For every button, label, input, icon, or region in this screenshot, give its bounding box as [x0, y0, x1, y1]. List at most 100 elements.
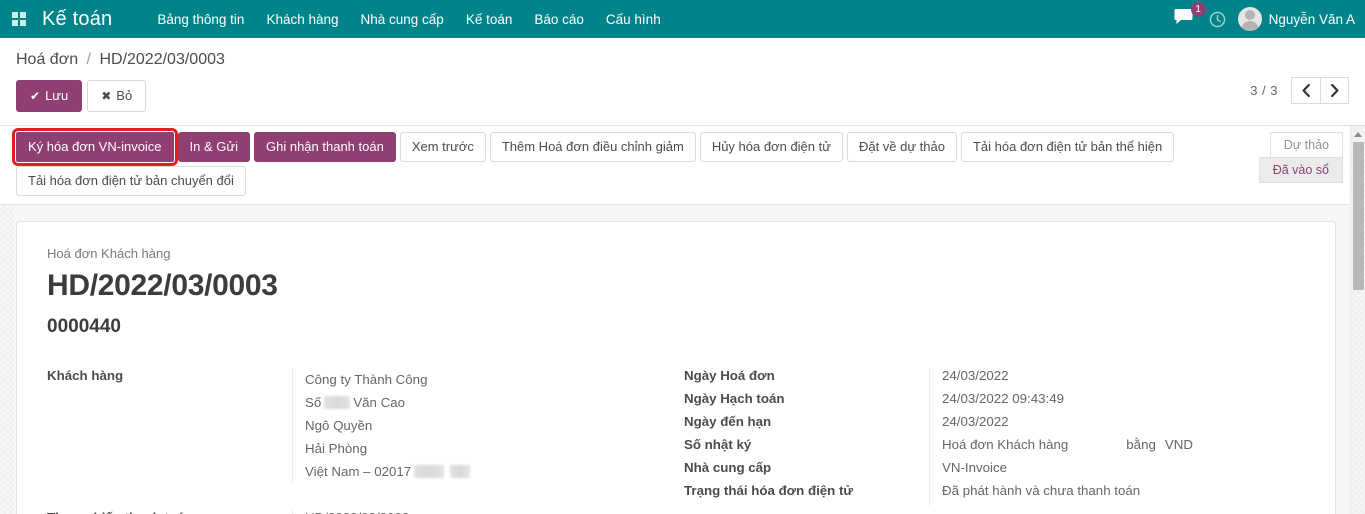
menu-item-reporting[interactable]: Báo cáo — [523, 2, 595, 37]
field-value-due-date[interactable]: 24/03/2022 — [929, 414, 1305, 437]
discard-button-label: Bỏ — [116, 88, 133, 103]
field-label-einvoice-status: Trạng thái hóa đơn điện tử — [684, 483, 854, 498]
breadcrumb-root-link[interactable]: Hoá đơn — [16, 51, 78, 68]
messages-button[interactable]: 1 — [1170, 2, 1206, 34]
address-street-prefix: Số — [305, 395, 322, 410]
redacted-zip-part — [450, 465, 471, 478]
journal-currency: VND — [1164, 437, 1193, 452]
status-bar: Dự thảo Đã vào sổ — [1258, 132, 1343, 183]
address-country-zip-prefix: Việt Nam – 02017 — [305, 464, 412, 479]
right-field-column: Ngày Hoá đơn 24/03/2022 Ngày Hạch toán 2… — [676, 368, 1305, 514]
status-badge-draft[interactable]: Dự thảo — [1269, 132, 1343, 157]
breadcrumb: Hoá đơn / HD/2022/03/0003 — [16, 38, 1349, 69]
top-navbar: Kế toán Bảng thông tin Khách hàng Nhà cu… — [0, 0, 1365, 38]
field-label-accounting-date: Ngày Hạch toán — [684, 391, 785, 406]
field-value-einvoice-status[interactable]: Đã phát hành và chưa thanh toán — [929, 483, 1305, 506]
chat-bubble-icon — [1174, 9, 1193, 24]
field-label-journal: Số nhật ký — [684, 437, 752, 452]
check-icon: ✔ — [30, 89, 41, 103]
address-line-country-zip: Việt Nam – 02017 — [305, 460, 473, 483]
field-row-payment-reference: Tham chiếu thanh toán HD/2022/03/0003 — [47, 510, 676, 514]
journal-name: Hoá đơn Khách hàng — [942, 437, 1069, 452]
save-button[interactable]: ✔ Lưu — [16, 80, 83, 112]
field-label-customer: Khách hàng — [47, 368, 124, 383]
clock-icon — [1209, 11, 1225, 27]
register-payment-button[interactable]: Ghi nhận thanh toán — [254, 132, 396, 162]
vertical-scrollbar[interactable] — [1350, 126, 1365, 514]
record-action-toolbar: Ký hóa đơn VN-invoice In & Gửi Ghi nhận … — [0, 126, 1365, 205]
document-type-label: Hoá đơn Khách hàng — [47, 246, 171, 261]
apps-grid-icon[interactable] — [12, 12, 26, 26]
sheet-area: Hoá đơn Khách hàng HD/2022/03/0003 00004… — [0, 205, 1365, 514]
main-menu: Bảng thông tin Khách hàng Nhà cung cấp K… — [146, 2, 671, 37]
address-line-street: Số Văn Cao — [305, 391, 473, 414]
address-street-suffix: Văn Cao — [353, 395, 406, 410]
app-brand-title[interactable]: Kế toán — [42, 8, 112, 31]
menu-item-vendors[interactable]: Nhà cung cấp — [350, 2, 455, 37]
pager-next-button[interactable] — [1320, 77, 1349, 104]
redacted-street-number — [324, 396, 351, 409]
scrollbar-thumb[interactable] — [1353, 142, 1364, 290]
field-row-invoice-date: Ngày Hoá đơn 24/03/2022 — [684, 368, 1305, 391]
status-badge-posted[interactable]: Đã vào sổ — [1258, 157, 1343, 183]
download-einvoice-display-button[interactable]: Tải hóa đơn điện tử bản thể hiện — [960, 132, 1175, 162]
fields-grid: Khách hàng Công ty Thành Công Số Văn Cao… — [47, 368, 1305, 514]
apps-grid-square — [12, 12, 18, 18]
cancel-einvoice-button[interactable]: Hủy hóa đơn điện tử — [699, 132, 843, 162]
chevron-left-icon — [1302, 84, 1310, 97]
menu-item-accounting[interactable]: Kế toán — [455, 2, 524, 37]
field-value-invoice-date[interactable]: 24/03/2022 — [929, 368, 1305, 391]
save-button-label: Lưu — [45, 88, 69, 103]
reset-to-draft-button[interactable]: Đặt về dự thảo — [846, 132, 957, 162]
close-icon: ✖ — [101, 89, 112, 103]
field-value-journal[interactable]: Hoá đơn Khách hàng bằng VND — [929, 437, 1305, 460]
action-row: ✔ Lưu ✖ Bỏ 3 / 3 — [16, 69, 1349, 125]
pager-count-label: 3 / 3 — [1250, 83, 1278, 98]
breadcrumb-current-record: HD/2022/03/0003 — [99, 51, 225, 68]
page-title: HD/2022/03/0003 — [47, 269, 278, 302]
field-label-invoice-date: Ngày Hoá đơn — [684, 368, 775, 383]
user-avatar-icon — [1237, 7, 1262, 31]
field-row-einvoice-status: Trạng thái hóa đơn điện tử Đã phát hành … — [684, 483, 1305, 506]
discard-button[interactable]: ✖ Bỏ — [87, 80, 147, 112]
invoice-sheet: Hoá đơn Khách hàng HD/2022/03/0003 00004… — [16, 221, 1336, 514]
field-label-due-date: Ngày đến hạn — [684, 414, 772, 429]
user-name-label: Nguyễn Văn A — [1268, 11, 1355, 27]
customer-address-lines: Công ty Thành Công Số Văn Cao Ngô Quyền … — [305, 368, 473, 483]
field-row-provider: Nhà cung cấp VN-Invoice — [684, 460, 1305, 483]
menu-item-customers[interactable]: Khách hàng — [255, 2, 349, 37]
sign-einvoice-button[interactable]: Ký hóa đơn VN-invoice — [12, 128, 178, 166]
scroll-up-arrow-icon[interactable] — [1351, 126, 1365, 142]
apps-grid-square — [12, 20, 18, 26]
preview-button[interactable]: Xem trước — [399, 132, 486, 162]
field-row-accounting-date: Ngày Hạch toán 24/03/2022 09:43:49 — [684, 391, 1305, 414]
field-label-provider: Nhà cung cấp — [684, 460, 772, 475]
menu-item-configuration[interactable]: Cấu hình — [595, 2, 672, 37]
field-value-accounting-date[interactable]: 24/03/2022 09:43:49 — [929, 391, 1305, 414]
field-value-provider[interactable]: VN-Invoice — [929, 460, 1305, 483]
left-field-column: Khách hàng Công ty Thành Công Số Văn Cao… — [47, 368, 676, 514]
record-pager: 3 / 3 — [1250, 77, 1349, 104]
field-row-due-date: Ngày đến hạn 24/03/2022 — [684, 414, 1305, 437]
download-einvoice-converted-button[interactable]: Tải hóa đơn điện tử bản chuyển đổi — [16, 166, 246, 196]
address-line-city: Hải Phòng — [305, 441, 368, 456]
triangle-up-glyph — [1354, 131, 1362, 137]
field-label-payment-reference: Tham chiếu thanh toán — [47, 510, 292, 514]
breadcrumb-separator: / — [86, 51, 91, 68]
print-and-send-button[interactable]: In & Gửi — [177, 132, 250, 162]
field-value-payment-reference[interactable]: HD/2022/03/0003 — [292, 510, 676, 514]
add-credit-note-button[interactable]: Thêm Hoá đơn điều chỉnh giảm — [489, 132, 696, 162]
menu-item-dashboard[interactable]: Bảng thông tin — [146, 2, 255, 37]
navbar-right-cluster: 1 Nguyễn Văn A — [1170, 0, 1355, 38]
address-line-district: Ngô Quyền — [305, 418, 373, 433]
apps-grid-square — [20, 12, 26, 18]
field-value-customer-address[interactable]: Công ty Thành Công Số Văn Cao Ngô Quyền … — [292, 368, 676, 483]
chevron-right-icon — [1330, 84, 1338, 97]
field-row-journal: Số nhật ký Hoá đơn Khách hàng bằng VND — [684, 437, 1305, 460]
activity-clock-button[interactable] — [1209, 11, 1226, 28]
redacted-zip-part — [414, 465, 445, 478]
user-menu-button[interactable]: Nguyễn Văn A — [1237, 7, 1355, 31]
form-view: Ký hóa đơn VN-invoice In & Gửi Ghi nhận … — [0, 126, 1365, 514]
invoice-number: 0000440 — [47, 316, 121, 337]
pager-previous-button[interactable] — [1291, 77, 1320, 104]
